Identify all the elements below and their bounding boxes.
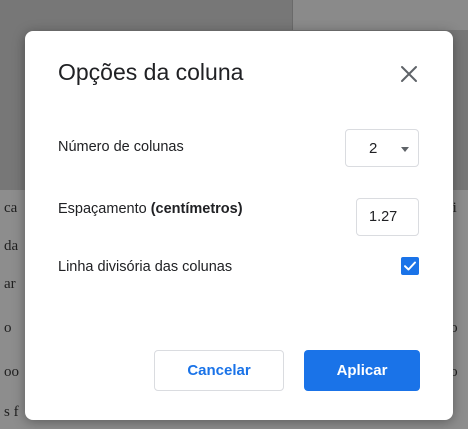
- dialog-title: Opções da coluna: [58, 59, 244, 85]
- columns-count-select[interactable]: 2: [345, 129, 419, 167]
- spacing-label: Espaçamento (centímetros): [58, 201, 243, 217]
- check-icon: [404, 261, 416, 271]
- divider-checkbox[interactable]: [401, 257, 419, 275]
- spacing-label-text: Espaçamento: [58, 201, 151, 217]
- apply-button[interactable]: Aplicar: [304, 350, 420, 391]
- columns-count-value: 2: [369, 140, 378, 157]
- column-options-dialog: Opções da coluna Número de colunas 2 Esp…: [25, 31, 453, 420]
- spacing-input[interactable]: [356, 198, 419, 236]
- spacing-unit-label: (centímetros): [150, 201, 243, 217]
- columns-count-label: Número de colunas: [58, 139, 184, 155]
- divider-label: Linha divisória das colunas: [58, 259, 233, 275]
- close-icon[interactable]: [398, 63, 420, 85]
- chevron-down-icon: [401, 147, 409, 152]
- cancel-button[interactable]: Cancelar: [154, 350, 284, 391]
- document-side-panel: [292, 0, 468, 30]
